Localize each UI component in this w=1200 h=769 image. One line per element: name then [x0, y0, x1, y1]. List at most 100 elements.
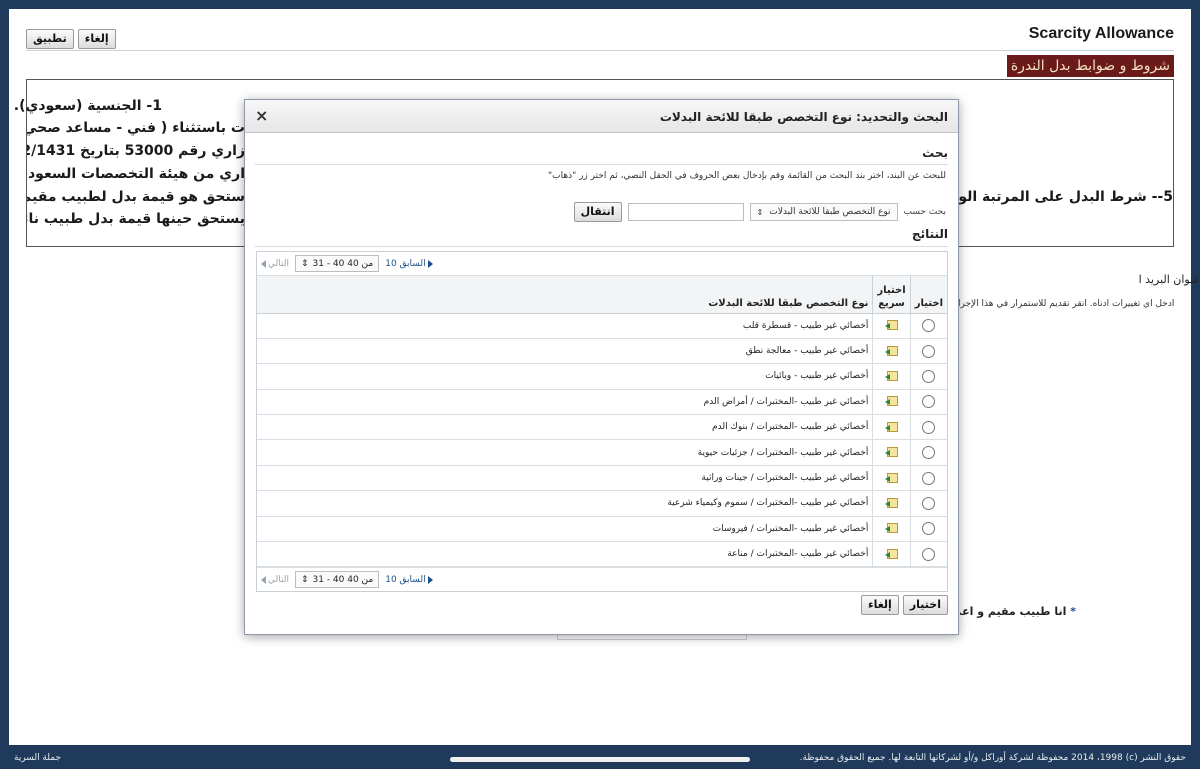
table-row[interactable]: أخصائي غير طبيب - قسطرة قلب	[257, 313, 947, 339]
quick-select-icon[interactable]	[884, 320, 899, 331]
dialog-select-button[interactable]: اختيار	[902, 595, 948, 615]
terms-line-4: اري من هيئة التخصصات السعودي.	[27, 166, 245, 182]
row-radio[interactable]	[922, 319, 936, 333]
table-row[interactable]: أخصائي غير طبيب -المختبرات / جينات وراثي…	[257, 465, 947, 492]
quick-select-icon[interactable]	[884, 472, 899, 484]
specialty-cell: أخصائي غير طبيب -المختبرات / مناعة	[257, 541, 873, 568]
select-arrows-icon: ⇕	[756, 207, 764, 217]
results-divider	[255, 246, 948, 247]
quick-select-icon[interactable]	[884, 421, 899, 433]
previous-page-link-bottom[interactable]: السابق 10	[385, 575, 433, 585]
row-radio[interactable]	[922, 344, 936, 358]
next-arrow-icon	[427, 259, 433, 268]
footer-bar: جملة السرية حقوق النشر (c) 2014 ،1998 مح…	[0, 745, 1200, 769]
quick-select-icon[interactable]	[884, 497, 899, 509]
table-row[interactable]: أخصائي غير طبيب - معالجة نطق	[257, 338, 947, 365]
dialog-header: البحث والتحديد: نوع التخصص طبقا للائحة ا…	[245, 100, 958, 133]
quick-select-icon[interactable]	[884, 370, 899, 382]
quick-select-icon[interactable]	[884, 548, 899, 560]
specialty-cell: أخصائي غير طبيب -المختبرات / جينات وراثي…	[257, 465, 873, 492]
specialty-cell: أخصائي غير طبيب - قسطرة قلب	[257, 313, 873, 339]
specialty-cell: أخصائي غير طبيب -المختبرات / جزئيات حيوي…	[257, 439, 873, 466]
terms-line-5: ستحق هو قيمة بدل لطبيب مقيم وليس	[27, 189, 245, 205]
specialty-cell: أخصائي غير طبيب -المختبرات / فيروسات	[257, 516, 873, 543]
specialty-cell: أخصائي غير طبيب - معالجة نطق	[257, 338, 873, 365]
search-by-label: بحث حسب	[903, 207, 946, 217]
table-row[interactable]: أخصائي غير طبيب -المختبرات / أمراض الدم	[257, 389, 947, 416]
required-marker: *	[1070, 605, 1076, 618]
table-row[interactable]: أخصائي غير طبيب -المختبرات / سموم وكيميا…	[257, 490, 947, 517]
terms-line-1: 1- الجنسية (سعودي).	[13, 98, 162, 114]
row-radio[interactable]	[922, 446, 936, 460]
close-icon[interactable]: ×	[255, 106, 268, 125]
resident-label: * انا طبيب مقيم و اعمل(داخ	[960, 605, 1076, 618]
results-table: اختيار اختيار سريع نوع التخصص طبقا للائح…	[257, 276, 947, 568]
range-select[interactable]: ⇕ 31 - 40 من 40	[294, 255, 380, 272]
terms-line-3: زاري رقم 53000 بتاريخ 25/12/1431..	[27, 143, 245, 159]
window-right-border	[1191, 0, 1200, 769]
search-by-select[interactable]: نوع التخصص طبقا للائحة البدلات ⇕	[749, 203, 898, 221]
row-radio[interactable]	[922, 420, 936, 434]
previous-page-link[interactable]: السابق 10	[385, 259, 433, 269]
cancel-button[interactable]: إلغاء	[77, 29, 116, 49]
pagination-top: التالي ⇕ 31 - 40 من 40 السابق 10	[257, 252, 947, 276]
col-quick-select: اختيار سريع	[872, 276, 911, 314]
row-radio[interactable]	[922, 471, 936, 485]
table-row[interactable]: أخصائي غير طبيب -المختبرات / جزئيات حيوي…	[257, 439, 947, 466]
dialog-cancel-button[interactable]: إلغاء	[860, 595, 899, 615]
quick-select-icon[interactable]	[884, 447, 899, 458]
specialty-cell: أخصائي غير طبيب -المختبرات / سموم وكيميا…	[257, 490, 873, 517]
quick-select-icon[interactable]	[884, 396, 899, 407]
updown-icon: ⇕	[300, 574, 309, 585]
search-by-value: نوع التخصص طبقا للائحة البدلات	[769, 207, 891, 217]
next-arrow-icon	[427, 575, 433, 584]
prev-arrow-icon	[261, 259, 266, 268]
updown-icon: ⇕	[300, 258, 309, 269]
specialty-cell: أخصائي غير طبيب -المختبرات / أمراض الدم	[257, 389, 873, 416]
window-left-border	[0, 0, 9, 769]
prev-arrow-icon	[261, 575, 266, 584]
changes-note: أدخل أي تغييرات أدناه. انقر تقديم للاستم…	[958, 299, 1175, 309]
table-row[interactable]: أخصائي غير طبيب - وبائيات	[257, 363, 947, 390]
row-radio[interactable]	[922, 496, 936, 510]
table-row[interactable]: أخصائي غير طبيب -المختبرات / فيروسات	[257, 516, 947, 543]
terms-heading: شروط و ضوابط بدل الندرة	[1006, 55, 1174, 77]
go-button[interactable]: انتقال	[573, 202, 622, 222]
search-select-dialog: البحث والتحديد: نوع التخصص طبقا للائحة ا…	[244, 99, 959, 635]
search-input[interactable]	[627, 203, 744, 221]
apply-button[interactable]: تطبيق	[26, 29, 74, 49]
row-radio[interactable]	[922, 369, 936, 383]
range-select-bottom[interactable]: ⇕ 31 - 40 من 40	[294, 571, 380, 589]
row-radio[interactable]	[922, 547, 936, 561]
col-specialty: نوع التخصص طبقا للائحة البدلات	[257, 276, 873, 314]
terms-line-6: يستحق حينها قيمة بدل طبيب نائب)	[27, 211, 245, 227]
specialty-cell: أخصائي غير طبيب -المختبرات / بنوك الدم	[257, 414, 873, 441]
search-heading: بحث	[922, 146, 948, 160]
table-row[interactable]: أخصائي غير طبيب -المختبرات / مناعة	[257, 541, 947, 568]
pagination-bottom: التالي ⇕ 31 - 40 من 40 السابق 10	[257, 567, 947, 592]
dialog-title: البحث والتحديد: نوع التخصص طبقا للائحة ا…	[659, 110, 948, 124]
dialog-footer: إلغاء اختيار	[860, 595, 948, 615]
search-instructions: للبحث عن البند، اختر بند البحث من القائم…	[547, 171, 946, 181]
title-divider	[26, 50, 1174, 51]
row-radio[interactable]	[922, 522, 936, 536]
page-title: Scarcity Allowance	[1028, 25, 1174, 42]
quick-select-icon[interactable]	[884, 523, 899, 534]
next-page-link: التالي	[261, 259, 289, 269]
search-divider	[255, 164, 948, 165]
table-row[interactable]: أخصائي غير طبيب -المختبرات / بنوك الدم	[257, 414, 947, 441]
quick-select-icon[interactable]	[884, 345, 899, 357]
copyright-text: حقوق النشر (c) 2014 ،1998 محفوظة لشركة أ…	[799, 753, 1186, 763]
window-top-border	[0, 0, 1200, 9]
results-heading: النتائج	[911, 227, 948, 241]
results-table-container: التالي ⇕ 31 - 40 من 40 السابق 10 اختيار …	[256, 251, 948, 593]
home-indicator[interactable]	[450, 757, 750, 762]
page-actions: تطبيق إلغاء	[26, 29, 116, 49]
next-page-link-bottom: التالي	[261, 575, 289, 585]
privacy-link[interactable]: جملة السرية	[14, 753, 61, 763]
col-select: اختيار	[909, 276, 947, 314]
search-row: بحث حسب نوع التخصص طبقا للائحة البدلات ⇕…	[573, 202, 946, 222]
specialty-cell: أخصائي غير طبيب - وبائيات	[257, 363, 873, 390]
row-radio[interactable]	[922, 395, 936, 409]
table-header-row: اختيار اختيار سريع نوع التخصص طبقا للائح…	[257, 276, 947, 314]
